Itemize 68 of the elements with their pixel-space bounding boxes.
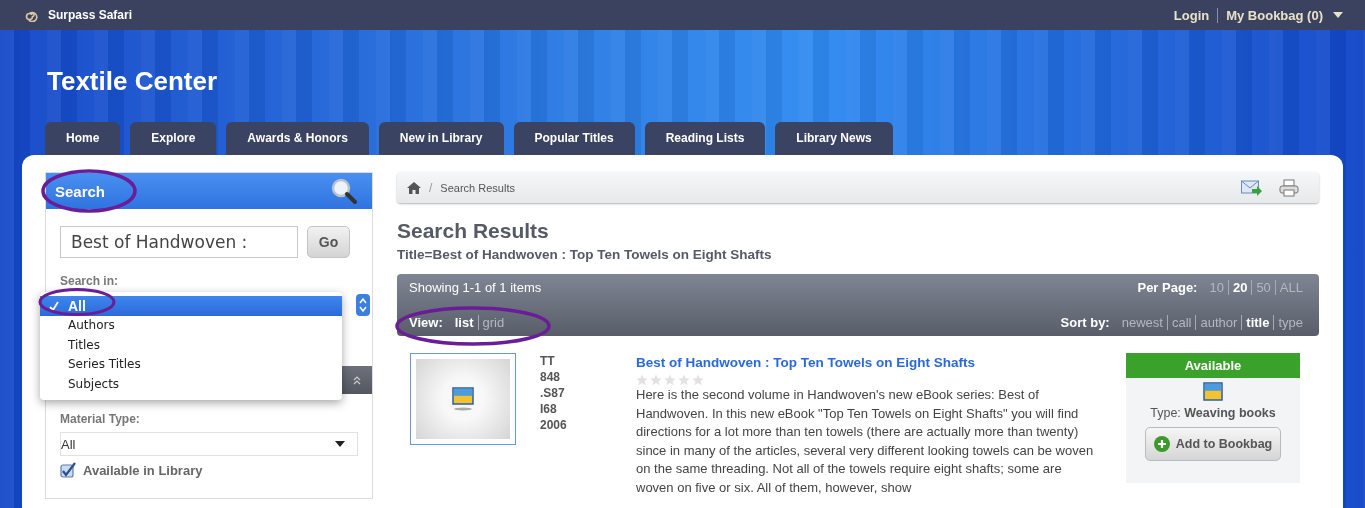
dropdown-option[interactable]: Subjects: [40, 374, 342, 394]
email-icon[interactable]: [1241, 179, 1263, 196]
option-label: Authors: [68, 318, 115, 333]
cover-thumbnail[interactable]: [410, 353, 516, 445]
option-label: Titles: [68, 337, 100, 352]
view-option[interactable]: list: [450, 315, 478, 330]
caret-icon: [335, 441, 345, 447]
image-icon: [1203, 382, 1223, 402]
nav-tab[interactable]: Explore: [130, 122, 217, 155]
results-count: Showing 1-1 of 1 items: [409, 280, 542, 295]
dropdown-option[interactable]: All: [40, 296, 342, 316]
stepper-icon[interactable]: [356, 294, 370, 316]
home-icon[interactable]: [407, 181, 421, 194]
query-summary: Title=Best of Handwoven : Top Ten Towels on Eight Shafts: [397, 247, 773, 262]
nav-tab[interactable]: Awards & Honors: [226, 122, 369, 155]
star-icon: [678, 374, 690, 386]
star-icon: [692, 374, 704, 386]
add-to-bookbag-button[interactable]: Add to Bookbag: [1144, 427, 1282, 461]
checkbox[interactable]: [60, 462, 77, 479]
top-link[interactable]: Login: [1165, 7, 1218, 23]
image-icon: [452, 387, 474, 411]
nav-tab[interactable]: Library News: [775, 122, 893, 155]
check-icon: [49, 300, 59, 311]
nav-tab[interactable]: New in Library: [378, 122, 504, 155]
availability-badge: Available: [1126, 353, 1300, 378]
material-type: Type: Weaving books: [1150, 406, 1276, 420]
star-icon: [664, 374, 676, 386]
search-icon[interactable]: [330, 177, 358, 205]
call-number-line: TT: [540, 353, 556, 369]
brand-name[interactable]: Surpass Safari: [48, 8, 133, 22]
plus-icon: [1153, 436, 1170, 452]
field-label: Material Type:: [60, 412, 141, 426]
sort-label: Sort by:: [1060, 315, 1110, 330]
nav-tab[interactable]: Reading Lists: [644, 122, 766, 155]
field-label: Search in:: [60, 274, 120, 288]
per-page-label: Per Page:: [1137, 280, 1198, 295]
breadcrumb-item: Search Results: [440, 181, 515, 194]
star-icon: [636, 374, 648, 386]
printer-icon[interactable]: [1279, 178, 1299, 197]
sort-option[interactable]: title: [1241, 315, 1274, 330]
result-description: Here is the second volume in Handwoven's new eBook series: Best of Handwoven. In this new eBook "Top Ten Towels on Eight Shafts" you will find directions for a lot more than ten towels (there are actually more than twenty) since in many of the articles, several very different looking towels can be woven on the same threading. Not all of the towels require eight shafts; some are woven on five or six. All of them, however, show: [636, 386, 1095, 497]
top-link[interactable]: My Bookbag (0): [1217, 7, 1331, 23]
option-label: All: [68, 297, 86, 314]
checkbox-label: Available in Library: [83, 463, 203, 478]
option-label: Series Titles: [68, 357, 141, 372]
nav-tab[interactable]: Popular Titles: [513, 122, 635, 155]
option-label: Subjects: [68, 376, 120, 391]
site-title: Textile Center: [47, 66, 218, 98]
dropdown-option[interactable]: Authors: [40, 315, 342, 335]
panel-title: Search: [55, 182, 106, 200]
page-heading: Search Results: [397, 219, 550, 243]
caret-icon[interactable]: [1333, 12, 1343, 18]
breadcrumb-separator: /: [429, 180, 433, 195]
material-type-select[interactable]: All: [60, 432, 358, 456]
call-number-line: 848: [540, 369, 562, 385]
chevron-up-icon[interactable]: [352, 375, 362, 385]
go-button[interactable]: Go: [307, 226, 350, 258]
nav-tab[interactable]: Home: [45, 122, 121, 155]
search-field[interactable]: Best of Handwoven :: [60, 226, 298, 258]
result-title-link[interactable]: Best of Handwoven : Top Ten Towels on Eight Shafts: [636, 355, 975, 370]
star-icon: [650, 374, 662, 386]
call-number-line: .S87: [540, 385, 566, 401]
call-number-line: I68: [540, 401, 558, 417]
dropdown-option[interactable]: Titles: [40, 335, 342, 355]
call-number-line: 2006: [540, 417, 568, 433]
per-page-option[interactable]: 20: [1227, 280, 1252, 295]
dropdown-option[interactable]: Series Titles: [40, 354, 342, 374]
view-label: View:: [409, 315, 443, 330]
